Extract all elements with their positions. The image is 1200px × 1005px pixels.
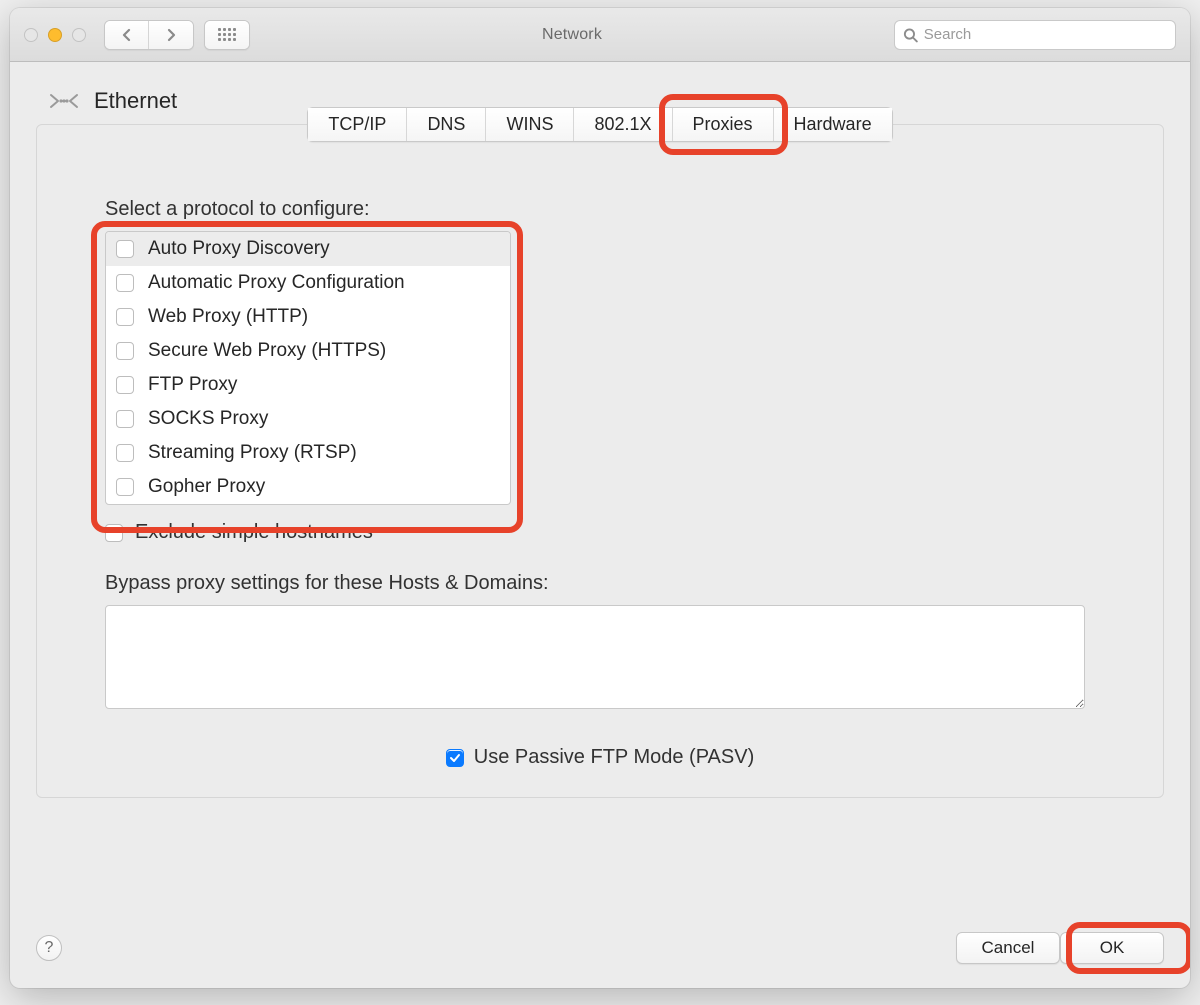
proxies-pane: Select a protocol to configure: Auto Pro… <box>37 142 1163 769</box>
protocol-list[interactable]: Auto Proxy Discovery Automatic Proxy Conf… <box>105 231 511 505</box>
pasv-checkbox[interactable] <box>446 749 464 767</box>
bypass-textarea[interactable] <box>105 605 1085 709</box>
protocol-label: Automatic Proxy Configuration <box>148 272 405 294</box>
tab-proxies[interactable]: Proxies <box>673 108 774 141</box>
help-button[interactable]: ? <box>36 935 62 961</box>
protocol-row[interactable]: FTP Proxy <box>106 368 510 402</box>
protocol-label: SOCKS Proxy <box>148 408 268 430</box>
protocol-row[interactable]: Gopher Proxy <box>106 470 510 504</box>
exclude-hostnames-checkbox[interactable] <box>105 524 123 542</box>
protocol-section-label: Select a protocol to configure: <box>105 198 1095 221</box>
protocol-checkbox[interactable] <box>116 478 134 496</box>
protocol-checkbox[interactable] <box>116 274 134 292</box>
footer: ? Cancel OK <box>36 932 1164 964</box>
protocol-row[interactable]: Streaming Proxy (RTSP) <box>106 436 510 470</box>
protocol-row[interactable]: Web Proxy (HTTP) <box>106 300 510 334</box>
protocol-row[interactable]: Auto Proxy Discovery <box>106 232 510 266</box>
protocol-label: Auto Proxy Discovery <box>148 238 330 260</box>
tab-wins[interactable]: WINS <box>486 108 574 141</box>
protocol-row[interactable]: Automatic Proxy Configuration <box>106 266 510 300</box>
window-title: Network <box>260 26 884 44</box>
zoom-window-button[interactable] <box>72 28 86 42</box>
chevron-right-icon <box>164 27 178 43</box>
exclude-hostnames-row: Exclude simple hostnames <box>105 521 1095 544</box>
exclude-hostnames-label: Exclude simple hostnames <box>135 521 373 544</box>
back-button[interactable] <box>105 21 149 49</box>
protocol-checkbox[interactable] <box>116 342 134 360</box>
ok-button[interactable]: OK <box>1060 932 1164 964</box>
tab-tcp-ip[interactable]: TCP/IP <box>308 108 407 141</box>
forward-button[interactable] <box>149 21 193 49</box>
toolbar: Network <box>10 8 1190 62</box>
window-controls <box>24 28 86 42</box>
protocol-row[interactable]: SOCKS Proxy <box>106 402 510 436</box>
pasv-label: Use Passive FTP Mode (PASV) <box>474 746 754 769</box>
protocol-checkbox[interactable] <box>116 240 134 258</box>
system-preferences-window: Network Ethernet TCP/IPDNSWINS802.1XProx… <box>10 8 1190 988</box>
protocol-label: Secure Web Proxy (HTTPS) <box>148 340 386 362</box>
bypass-label: Bypass proxy settings for these Hosts & … <box>105 572 1095 595</box>
pasv-row: Use Passive FTP Mode (PASV) <box>105 746 1095 769</box>
content-area: Ethernet TCP/IPDNSWINS802.1XProxiesHardw… <box>10 62 1190 988</box>
protocol-row[interactable]: Secure Web Proxy (HTTPS) <box>106 334 510 368</box>
search-icon <box>903 27 918 43</box>
tab-dns[interactable]: DNS <box>407 108 486 141</box>
protocol-checkbox[interactable] <box>116 410 134 428</box>
tab-802-1x[interactable]: 802.1X <box>574 108 672 141</box>
protocol-label: Streaming Proxy (RTSP) <box>148 442 357 464</box>
tab-bar: TCP/IPDNSWINS802.1XProxiesHardware <box>307 107 892 142</box>
protocol-checkbox[interactable] <box>116 444 134 462</box>
protocol-label: FTP Proxy <box>148 374 237 396</box>
show-all-button[interactable] <box>204 20 250 50</box>
search-field[interactable] <box>894 20 1176 50</box>
grid-icon <box>218 28 236 41</box>
nav-back-forward <box>104 20 194 50</box>
protocol-checkbox[interactable] <box>116 376 134 394</box>
protocol-label: Gopher Proxy <box>148 476 265 498</box>
settings-panel: TCP/IPDNSWINS802.1XProxiesHardware Selec… <box>36 124 1164 798</box>
protocol-label: Web Proxy (HTTP) <box>148 306 308 328</box>
chevron-left-icon <box>120 27 134 43</box>
cancel-button[interactable]: Cancel <box>956 932 1060 964</box>
search-input[interactable] <box>924 26 1167 43</box>
protocol-checkbox[interactable] <box>116 308 134 326</box>
close-window-button[interactable] <box>24 28 38 42</box>
tab-hardware[interactable]: Hardware <box>774 108 892 141</box>
minimize-window-button[interactable] <box>48 28 62 42</box>
